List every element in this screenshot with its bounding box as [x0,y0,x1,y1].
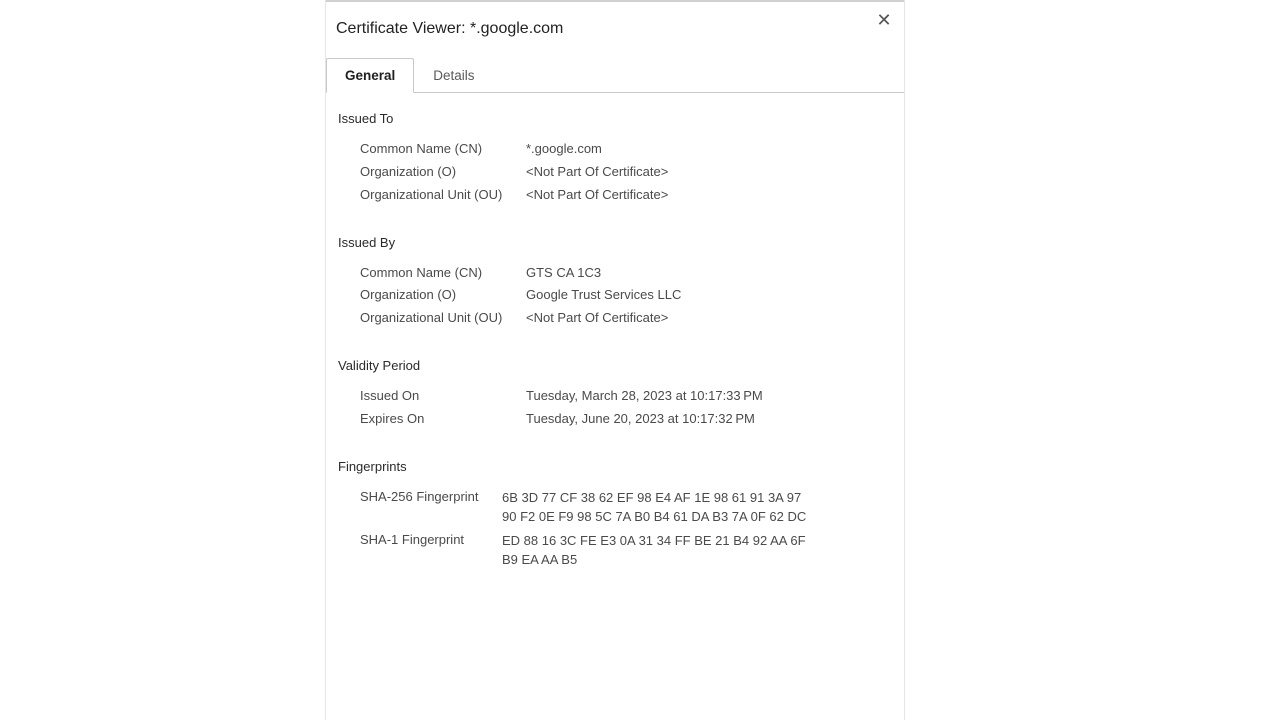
issued-to-o-row: Organization (O) <Not Part Of Certificat… [338,161,892,184]
issued-to-o-value: <Not Part Of Certificate> [526,163,892,182]
issued-by-o-value: Google Trust Services LLC [526,286,892,305]
fp-sha1-line1: ED 88 16 3C FE E3 0A 31 34 FF BE 21 B4 9… [502,533,806,548]
validity-expires-on-row: Expires On Tuesday, June 20, 2023 at 10:… [338,408,892,431]
issued-to-ou-label: Organizational Unit (OU) [360,186,526,205]
issued-to-cn-value: *.google.com [526,140,892,159]
validity-issued-on-label: Issued On [360,387,526,406]
issued-to-cn-row: Common Name (CN) *.google.com [338,138,892,161]
dialog-title: Certificate Viewer: *.google.com [336,20,563,38]
tab-general[interactable]: General [326,58,414,93]
certificate-viewer-dialog: ✕ Certificate Viewer: *.google.com Gener… [325,0,905,720]
section-issued-to: Issued To Common Name (CN) *.google.com … [338,111,892,207]
issued-by-cn-value: GTS CA 1C3 [526,264,892,283]
fp-sha256-line2: 90 F2 0E F9 98 5C 7A B0 B4 61 DA B3 7A 0… [502,509,806,524]
fp-sha256-row: SHA-256 Fingerprint 6B 3D 77 CF 38 62 EF… [338,486,892,529]
issued-to-cn-label: Common Name (CN) [360,140,526,159]
fp-sha1-line2: B9 EA AA B5 [502,552,577,567]
section-title-fingerprints: Fingerprints [338,459,892,474]
issued-by-o-label: Organization (O) [360,286,526,305]
close-icon[interactable]: ✕ [872,8,896,32]
section-title-validity: Validity Period [338,358,892,373]
issued-by-cn-row: Common Name (CN) GTS CA 1C3 [338,262,892,285]
fp-sha256-value: 6B 3D 77 CF 38 62 EF 98 E4 AF 1E 98 61 9… [502,488,806,527]
fp-sha256-label: SHA-256 Fingerprint [360,488,502,527]
issued-by-ou-label: Organizational Unit (OU) [360,309,526,328]
issued-to-ou-value: <Not Part Of Certificate> [526,186,892,205]
issued-by-ou-row: Organizational Unit (OU) <Not Part Of Ce… [338,307,892,330]
issued-to-ou-row: Organizational Unit (OU) <Not Part Of Ce… [338,184,892,207]
validity-expires-on-label: Expires On [360,410,526,429]
fp-sha256-line1: 6B 3D 77 CF 38 62 EF 98 E4 AF 1E 98 61 9… [502,490,801,505]
fp-sha1-value: ED 88 16 3C FE E3 0A 31 34 FF BE 21 B4 9… [502,531,806,570]
section-title-issued-to: Issued To [338,111,892,126]
section-validity: Validity Period Issued On Tuesday, March… [338,358,892,431]
tab-details[interactable]: Details [414,58,493,93]
validity-issued-on-value: Tuesday, March 28, 2023 at 10:17:33 PM [526,387,892,406]
section-issued-by: Issued By Common Name (CN) GTS CA 1C3 Or… [338,235,892,331]
dialog-header: Certificate Viewer: *.google.com [326,2,904,42]
section-fingerprints: Fingerprints SHA-256 Fingerprint 6B 3D 7… [338,459,892,572]
validity-issued-on-row: Issued On Tuesday, March 28, 2023 at 10:… [338,385,892,408]
tab-content: Issued To Common Name (CN) *.google.com … [326,93,904,572]
issued-by-ou-value: <Not Part Of Certificate> [526,309,892,328]
fp-sha1-row: SHA-1 Fingerprint ED 88 16 3C FE E3 0A 3… [338,529,892,572]
fp-sha1-label: SHA-1 Fingerprint [360,531,502,570]
validity-expires-on-value: Tuesday, June 20, 2023 at 10:17:32 PM [526,410,892,429]
tabs-bar: General Details [326,58,904,93]
section-title-issued-by: Issued By [338,235,892,250]
issued-by-cn-label: Common Name (CN) [360,264,526,283]
issued-by-o-row: Organization (O) Google Trust Services L… [338,284,892,307]
issued-to-o-label: Organization (O) [360,163,526,182]
